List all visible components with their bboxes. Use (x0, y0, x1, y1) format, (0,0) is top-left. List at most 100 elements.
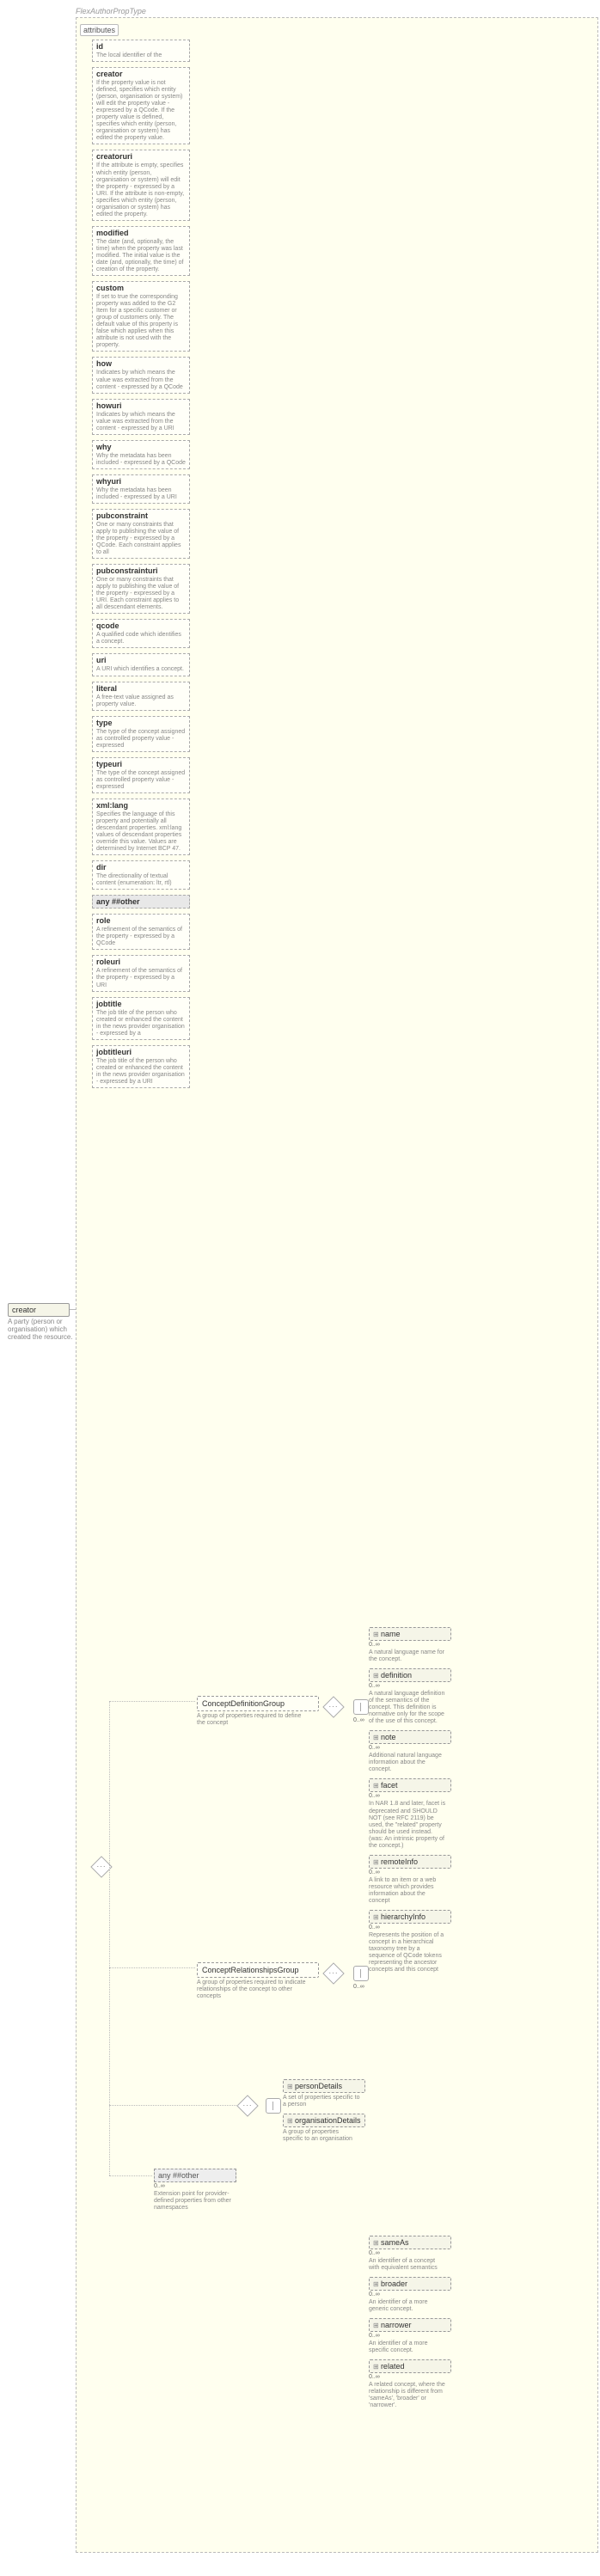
attribute-jobtitleuri[interactable]: jobtitleuriThe job title of the person w… (92, 1045, 190, 1088)
group-label: ConceptDefinitionGroup (202, 1699, 285, 1708)
person-details[interactable]: ⊞ personDetails (283, 2079, 365, 2093)
organisation-details[interactable]: ⊞ organisationDetails (283, 2114, 365, 2127)
hconn (109, 2175, 152, 2176)
concept-definition-group: ConceptDefinitionGroup A group of proper… (197, 1696, 319, 1727)
attribute-qcode[interactable]: qcodeA qualified code which identifies a… (92, 619, 190, 648)
attribute-desc: A free-text value assigned as property v… (96, 694, 186, 708)
element-label: note (381, 1733, 396, 1741)
creator-element[interactable]: creator (8, 1303, 70, 1317)
occurrence: 0..∞ (369, 1793, 451, 1799)
plus-icon: ⊞ (373, 1734, 381, 1741)
plus-icon: ⊞ (373, 1672, 381, 1680)
attribute-creator[interactable]: creatorIf the property value is not defi… (92, 67, 190, 144)
element-related[interactable]: ⊞ related (369, 2359, 451, 2373)
attribute-type[interactable]: type The type of the concept assigned as … (92, 716, 190, 752)
attribute-name: pubconstrainturi (96, 566, 186, 575)
group-box-cdg[interactable]: ConceptDefinitionGroup (197, 1696, 319, 1711)
attribute-desc: A qualified code which identifies a conc… (96, 632, 186, 646)
plus-icon: ⊞ (373, 2363, 381, 2371)
element-definition[interactable]: ⊞ definition (369, 1668, 451, 1682)
plus-icon: ⊞ (373, 1858, 381, 1866)
plus-icon: ⊞ (373, 1631, 381, 1638)
child-item: ⊞ definition0..∞A natural language defin… (369, 1668, 451, 1725)
attribute-any---other[interactable]: any ##other (92, 895, 190, 909)
element-desc: A natural language name for the concept. (369, 1649, 446, 1663)
element-label: hierarchyInfo (381, 1912, 426, 1921)
attribute-how[interactable]: howIndicates by which means the value wa… (92, 357, 190, 393)
element-label: sameAs (381, 2238, 409, 2247)
attribute-name: any ##other (96, 897, 186, 906)
element-desc: A related concept, where the relationshi… (369, 2382, 446, 2409)
el-label: personDetails (295, 2082, 342, 2090)
attribute-xml-lang[interactable]: xml:langSpecifies the language of this p… (92, 798, 190, 855)
attribute-typeuri[interactable]: typeuriThe type of the concept assigned … (92, 757, 190, 793)
attribute-why[interactable]: whyWhy the metadata has been included - … (92, 440, 190, 469)
attribute-id[interactable]: idThe local identifier of the (92, 40, 190, 62)
attribute-whyuri[interactable]: whyuriWhy the metadata has been included… (92, 474, 190, 504)
element-hierarchyinfo[interactable]: ⊞ hierarchyInfo (369, 1910, 451, 1924)
attribute-desc: A URI which identifies a concept. (96, 666, 186, 673)
element-name[interactable]: ⊞ name (369, 1627, 451, 1641)
attribute-name: type (96, 719, 186, 727)
attributes-header: attributes (80, 24, 119, 36)
attribute-desc: The local identifier of the (96, 52, 186, 59)
choice-icon (353, 1966, 369, 1981)
attribute-howuri[interactable]: howuri Indicates by which means the value… (92, 399, 190, 435)
occurrence: 0..∞ (369, 1745, 451, 1751)
attribute-modified[interactable]: modifiedThe date (and, optionally, the t… (92, 226, 190, 276)
attribute-desc: Why the metadata has been included - exp… (96, 487, 186, 501)
choice-icon (266, 2098, 281, 2114)
attribute-creatoruri[interactable]: creatoruriIf the attribute is empty, spe… (92, 150, 190, 220)
element-desc: An identifier of a more specific concept… (369, 2340, 446, 2354)
child-item: ⊞ narrower0..∞An identifier of a more sp… (369, 2318, 451, 2354)
attribute-name: uri (96, 656, 186, 664)
child-item: ⊞ name0..∞A natural language name for th… (369, 1627, 451, 1663)
occurrence: 0..∞ (353, 1717, 364, 1723)
element-note[interactable]: ⊞ note (369, 1730, 451, 1744)
attribute-literal[interactable]: literalA free-text value assigned as pro… (92, 682, 190, 711)
attribute-desc: One or many constraints that apply to pu… (96, 577, 186, 611)
plus-icon: ⊞ (373, 2322, 381, 2329)
plus-icon: ⊞ (373, 1782, 381, 1790)
element-facet[interactable]: ⊞ facet (369, 1778, 451, 1792)
element-label: creator (12, 1306, 36, 1314)
attribute-role[interactable]: roleA refinement of the semantics of the… (92, 914, 190, 950)
attribute-dir[interactable]: dirThe directionality of textual content… (92, 860, 190, 890)
attribute-name: roleuri (96, 958, 186, 966)
element-broader[interactable]: ⊞ broader (369, 2277, 451, 2291)
attribute-roleuri[interactable]: roleuriA refinement of the semantics of … (92, 955, 190, 991)
element-remoteinfo[interactable]: ⊞ remoteInfo (369, 1855, 451, 1869)
element-label: definition (381, 1671, 412, 1680)
attribute-jobtitle[interactable]: jobtitleThe job title of the person who … (92, 997, 190, 1040)
root-desc: A party (person or organisation) which c… (8, 1319, 77, 1341)
attribute-pubconstraint[interactable]: pubconstraintOne or many constraints tha… (92, 509, 190, 559)
group-label: ConceptRelationshipsGroup (202, 1966, 299, 1974)
child-item: ⊞ sameAs0..∞An identifier of a concept w… (369, 2236, 451, 2272)
child-item: ⊞ broader0..∞An identifier of a more gen… (369, 2277, 451, 2313)
element-desc: A link to an item or a web resource whic… (369, 1877, 446, 1905)
attribute-uri[interactable]: uri A URI which identifies a concept. (92, 653, 190, 676)
any-other-section: any ##other 0..∞ Extension point for pro… (154, 2169, 236, 2212)
attribute-desc: The directionality of textual content (e… (96, 873, 186, 887)
attribute-custom[interactable]: customIf set to true the corresponding p… (92, 281, 190, 352)
plus-icon: ⊞ (373, 2239, 381, 2247)
attribute-name: xml:lang (96, 801, 186, 810)
attribute-desc: The type of the concept assigned as cont… (96, 729, 186, 750)
element-desc: An identifier of a more generic concept. (369, 2299, 446, 2313)
sequence-icon: ··· (322, 1962, 344, 1984)
type-frame: creator A party (person or organisation)… (76, 17, 598, 2553)
attribute-desc: Indicates by which means the value was e… (96, 412, 186, 432)
attribute-name: pubconstraint (96, 511, 186, 520)
group-box-crg[interactable]: ConceptRelationshipsGroup (197, 1962, 319, 1978)
any-other-element[interactable]: any ##other (154, 2169, 236, 2182)
any-label: any ##other (158, 2171, 199, 2180)
plus-icon: ⊞ (287, 2117, 295, 2125)
element-desc: A natural language definition of the sem… (369, 1691, 446, 1725)
attribute-name: jobtitleuri (96, 1048, 186, 1056)
attribute-pubconstrainturi[interactable]: pubconstrainturi One or many constraints … (92, 564, 190, 614)
hconn (109, 2105, 238, 2106)
element-narrower[interactable]: ⊞ narrower (369, 2318, 451, 2332)
attribute-name: howuri (96, 401, 186, 410)
element-sameas[interactable]: ⊞ sameAs (369, 2236, 451, 2249)
attribute-name: why (96, 443, 186, 451)
